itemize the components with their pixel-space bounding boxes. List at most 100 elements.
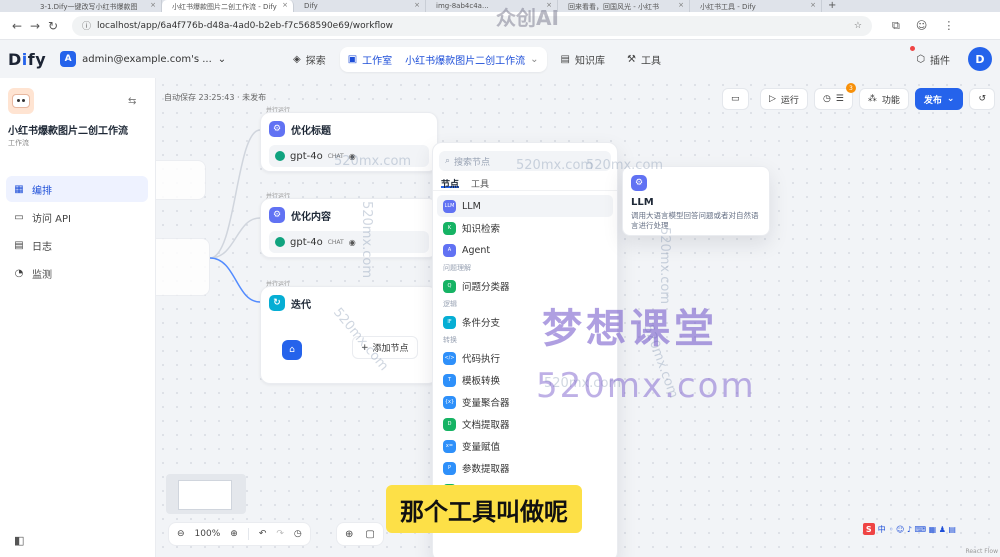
node-iteration[interactable]: ↻ 迭代 [260,286,438,384]
zoom-level[interactable]: 100% [195,529,221,539]
llm-icon: ⚙ [631,175,647,191]
openai-icon [275,151,285,161]
ime-toolbar[interactable]: S 中 ◦ ☺ ♪ ⌨ ▦ ♟ ▤ [862,523,956,535]
close-icon[interactable]: × [150,1,156,9]
forward-icon[interactable]: → [26,19,44,33]
canvas-tools: ⊕ ▢ [336,522,384,546]
node-option[interactable]: P 参数提取器 [437,457,613,479]
monitor-icon: ◔ [14,267,24,279]
sidebar-item-api[interactable]: ▭ 访问 API [6,204,148,230]
browser-tab[interactable]: 3-1.Dify一键改写小红书爆款图 × [30,0,162,12]
app-header: Dify A admin@example.com's ... ⌄ ◈ 探索 ▣ 工作… [0,40,1000,78]
search-icon: ⌕ [445,156,451,166]
node-type-icon: </> [443,351,456,365]
chevron-down-icon: ⌄ [217,53,227,65]
extensions-icon[interactable]: ⧉ [892,19,900,33]
node-type-icon: D [443,417,456,431]
undo-icon[interactable]: ↶ [259,529,267,539]
sidebar-item-monitor[interactable]: ◔ 监测 [6,260,148,286]
video-caption: 那个工具叫做呢 [386,485,582,533]
workspace-avatar: A [60,51,77,67]
plugins-button[interactable]: ⬡ 插件 [910,45,950,67]
browser-tab-active[interactable]: 小红书爆款图片二创工作流 - Dify × [162,0,294,12]
chevron-down-icon: ⌄ [530,53,539,65]
node-option[interactable]: x= 变量赋值 [437,435,613,457]
node-type-icon: x= [443,439,456,453]
zoom-in-icon[interactable]: ⊕ [230,529,238,539]
robot-icon: ▣ [347,53,358,65]
watermark-top: 众创AI [496,6,559,30]
model-selector[interactable]: gpt-4o CHAT ◉ [269,231,429,253]
iteration-start-icon[interactable]: ⌂ [282,340,302,360]
back-icon[interactable]: ← [8,19,26,33]
tab-nodes[interactable]: 节点 [441,177,460,190]
layout-icon: ▦ [14,183,24,195]
close-icon[interactable]: × [414,1,420,9]
star-icon[interactable]: ☆ [854,21,862,31]
node-tooltip: ⚙ LLM 调用大语言模型回答问题或者对自然语言进行处理 [622,166,770,236]
iteration-icon: ↻ [269,295,285,311]
zoom-controls: ⊖ 100% ⊕ ↶ ↷ ◷ [168,522,311,546]
node-type-icon: Q [443,279,456,293]
openai-icon [275,237,285,247]
node-type-icon: A [443,243,456,257]
settings-sliders-icon[interactable]: ⇆ [128,96,136,107]
add-note-icon[interactable]: ▢ [365,529,374,540]
collapse-sidebar-icon[interactable]: ◧ [14,534,24,547]
menu-icon[interactable]: ⋮ [943,19,954,33]
add-block-icon[interactable]: ⊕ [345,529,353,540]
book-icon: ▤ [560,53,570,65]
zoom-out-icon[interactable]: ⊖ [177,529,185,539]
node-section-label: 问题理解 [443,264,471,272]
node-type-icon: K [443,221,456,235]
nav-knowledge[interactable]: ▤ 知识库 [553,47,613,72]
node-option[interactable]: K 知识检索 [437,217,613,239]
workspace-switcher[interactable]: A admin@example.com's ... ⌄ [60,51,226,67]
watermark-text: 梦想课堂 [542,306,718,352]
app-type: 工作流 [8,139,29,147]
node-option[interactable]: Q 问题分类器 [437,275,613,297]
close-icon[interactable]: × [678,1,684,9]
sidebar-item-orchestrate[interactable]: ▦ 编排 [6,176,148,202]
browser-tab[interactable]: Dify × [294,0,426,12]
node-type-icon: P [443,461,456,475]
node-option[interactable]: D 文档提取器 [437,413,613,435]
app-icon [8,88,34,114]
nav-tools[interactable]: ⚒ 工具 [619,47,669,72]
node-option[interactable]: LLM LLM [437,195,613,217]
app-title: 小红书爆款图片二创工作流 [8,126,128,137]
dify-logo[interactable]: Dify [8,50,46,69]
user-avatar[interactable]: D [968,47,992,71]
node-option[interactable]: A Agent [437,239,613,261]
ime-logo-icon: S [862,523,875,535]
app-sidebar: ⇆ 小红书爆款图片二创工作流 工作流 ▦ 编排 ▭ 访问 API ▤ 日志 ◔ 监测 ◧ [0,78,156,557]
reload-icon[interactable]: ↻ [44,19,62,33]
info-icon[interactable]: ⓘ [82,19,91,32]
new-tab-icon[interactable]: + [828,0,836,12]
react-flow-attribution[interactable]: React Flow [965,548,998,555]
document-icon: ▤ [14,239,24,251]
sidebar-item-logs[interactable]: ▤ 日志 [6,232,148,258]
hammer-icon: ⚒ [627,53,636,65]
nav-studio[interactable]: ▣ 工作室 小红书爆款图片二创工作流 ⌄ [339,46,547,72]
node-optimize-title[interactable]: ⚙ 优化标题 gpt-4o CHAT ◉ [260,112,438,172]
tab-tools[interactable]: 工具 [471,177,489,190]
browser-tab[interactable]: 小红书工具 - Dify × [690,0,822,12]
nav-explore[interactable]: ◈ 探索 [285,47,334,72]
node-search-input[interactable]: ⌕ 搜索节点 [439,151,611,171]
model-selector[interactable]: gpt-4o CHAT ◉ [269,145,429,167]
node-optimize-content[interactable]: ⚙ 优化内容 gpt-4o CHAT ◉ [260,198,438,258]
redo-icon[interactable]: ↷ [276,529,284,539]
eye-icon: ◉ [348,237,356,247]
minimap[interactable] [166,474,246,514]
compass-icon: ◈ [293,53,301,65]
profile-icon[interactable]: ☺ [916,19,927,33]
history-icon[interactable]: ◷ [294,529,302,539]
close-icon[interactable]: × [282,1,288,9]
browser-tab[interactable]: 回来看看，回国风光 - 小红书 × [558,0,690,12]
close-icon[interactable]: × [810,1,816,9]
node-type-icon: T [443,373,456,387]
node-type-icon: IF [443,315,456,329]
add-node-button[interactable]: + 添加节点 [352,336,418,359]
url-input[interactable]: ⓘ localhost/app/6a4f776b-d48a-4ad0-b2eb-… [72,15,872,36]
